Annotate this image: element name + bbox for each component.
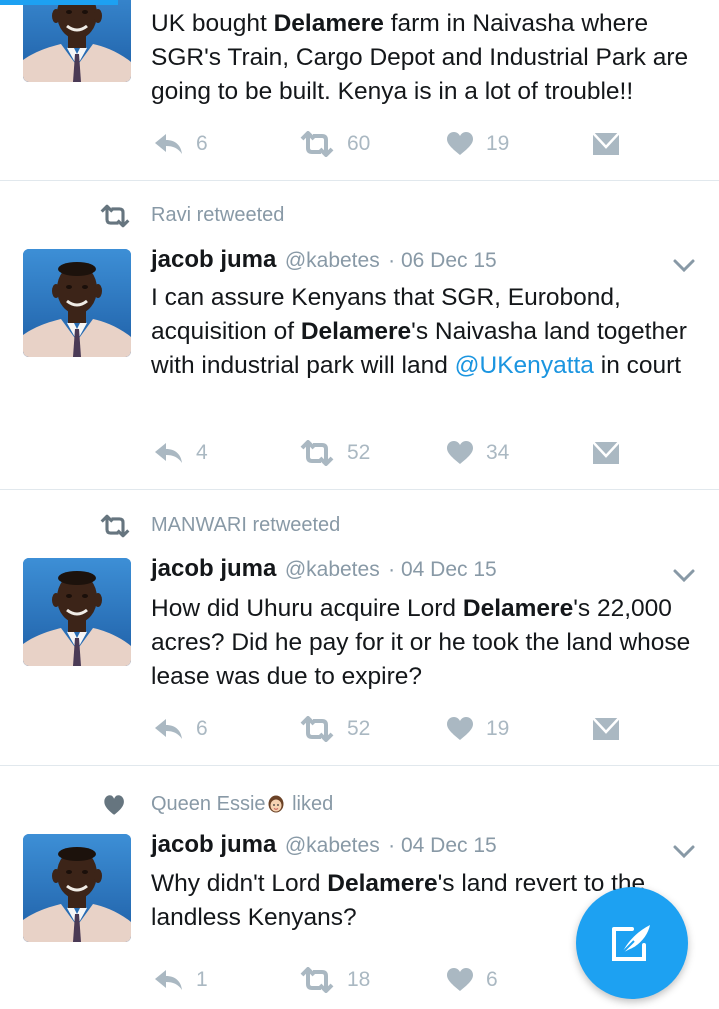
author-name[interactable]: jacob juma	[151, 831, 276, 858]
avatar[interactable]	[23, 249, 131, 357]
like-count: 19	[486, 717, 510, 740]
reply-icon	[155, 970, 182, 990]
like-button[interactable]: 6	[446, 965, 498, 995]
heart-icon	[447, 717, 473, 740]
heart-icon	[447, 132, 473, 155]
retweet-icon	[300, 967, 334, 993]
author-name[interactable]: jacob juma	[151, 246, 276, 273]
retweet-count: 18	[347, 968, 371, 991]
heart-icon	[104, 795, 124, 815]
author-name[interactable]: jacob juma	[151, 555, 276, 582]
tweet-header: jacob juma @kabetes · 04 Dec 15	[151, 831, 497, 861]
chevron-down-icon[interactable]	[672, 567, 696, 585]
highlighted-keyword: Delamere	[300, 318, 412, 345]
reply-button[interactable]: 4	[152, 438, 208, 468]
tweet-text: UK bought Delamere farm in Naivasha wher…	[151, 7, 711, 109]
highlighted-keyword: Delamere	[273, 10, 384, 37]
tweet-text-segment: UK bought	[151, 10, 274, 37]
compose-tweet-button[interactable]	[576, 887, 688, 999]
like-count: 6	[486, 968, 498, 991]
retweet-button[interactable]: 52	[299, 438, 370, 468]
highlighted-keyword: Delamere	[327, 870, 438, 897]
context-label: Queen Essie liked	[151, 793, 333, 816]
tweet-header: jacob juma @kabetes · 06 Dec 15	[151, 246, 497, 276]
tweet-actions: 4 52 34	[0, 438, 719, 468]
like-button[interactable]: 19	[446, 129, 509, 159]
liked-label: liked	[292, 793, 334, 815]
tweet-header: jacob juma @kabetes · 04 Dec 15	[151, 555, 497, 585]
reply-count: 6	[196, 132, 208, 155]
heart-icon	[447, 968, 473, 991]
tweet-context: MANWARI retweeted	[0, 511, 719, 541]
envelope-icon	[591, 131, 621, 157]
author-handle: @kabetes	[284, 249, 380, 272]
reply-icon	[155, 719, 182, 739]
reply-count: 6	[196, 717, 208, 740]
retweet-icon	[100, 514, 130, 538]
tweet-text: I can assure Kenyans that SGR, Eurobond,…	[151, 281, 711, 383]
loading-progress-bar	[0, 0, 118, 5]
tweet-date: · 04 Dec 15	[388, 834, 497, 857]
highlighted-keyword: Delamere	[462, 595, 574, 622]
retweet-count: 52	[347, 717, 371, 740]
tweet-date: · 04 Dec 15	[388, 558, 497, 581]
tweet-context: Ravi retweeted	[0, 201, 719, 231]
retweet-icon	[300, 440, 334, 466]
avatar[interactable]	[23, 834, 131, 942]
tweet-text-segment: in court	[593, 352, 682, 379]
retweet-button[interactable]: 52	[299, 714, 370, 744]
retweet-icon	[300, 131, 334, 157]
tweet-actions: 6 60 19	[0, 129, 719, 159]
context-label: Ravi retweeted	[151, 204, 285, 226]
author-handle: @kabetes	[284, 834, 380, 857]
tweet-item[interactable]: MANWARI retweeted jacob juma @kabetes · …	[0, 490, 719, 766]
like-button[interactable]: 34	[446, 438, 509, 468]
context-label: MANWARI retweeted	[151, 514, 341, 536]
tweet-date: · 06 Dec 15	[388, 249, 497, 272]
retweet-count: 52	[347, 441, 371, 464]
reply-button[interactable]: 6	[152, 129, 208, 159]
retweet-button[interactable]: 18	[299, 965, 370, 995]
like-button[interactable]: 19	[446, 714, 509, 744]
direct-message-button[interactable]	[591, 438, 621, 468]
reply-button[interactable]: 6	[152, 714, 208, 744]
like-count: 34	[486, 441, 510, 464]
envelope-icon	[591, 440, 621, 466]
tweet-text-segment: How did Uhuru acquire Lord	[151, 595, 463, 622]
reply-icon	[155, 443, 182, 463]
reply-count: 4	[196, 441, 208, 464]
avatar[interactable]	[23, 0, 131, 82]
heart-icon	[447, 441, 473, 464]
mention-link[interactable]: @UKenyatta	[455, 352, 594, 379]
avatar[interactable]	[23, 558, 131, 666]
envelope-icon	[591, 716, 621, 742]
tweet-context: Queen Essie liked	[0, 790, 719, 820]
woman-emoji	[267, 795, 284, 813]
direct-message-button[interactable]	[591, 714, 621, 744]
retweet-count: 60	[347, 132, 371, 155]
retweet-icon	[300, 716, 334, 742]
liker-name[interactable]: Queen Essie	[151, 793, 266, 815]
like-count: 19	[486, 132, 510, 155]
tweet-item[interactable]: UK bought Delamere farm in Naivasha wher…	[0, 0, 719, 181]
reply-button[interactable]: 1	[152, 965, 208, 995]
tweet-item[interactable]: Ravi retweeted jacob juma @kabetes · 06 …	[0, 181, 719, 490]
direct-message-button[interactable]	[591, 129, 621, 159]
chevron-down-icon[interactable]	[672, 257, 696, 275]
compose-tweet-icon	[612, 925, 650, 961]
reply-count: 1	[196, 968, 208, 991]
tweet-text: How did Uhuru acquire Lord Delamere's 22…	[151, 592, 711, 694]
reply-icon	[155, 134, 182, 154]
chevron-down-icon[interactable]	[672, 843, 696, 861]
tweet-text-segment: Why didn't Lord	[151, 870, 328, 897]
retweet-button[interactable]: 60	[299, 129, 370, 159]
tweet-actions: 6 52 19	[0, 714, 719, 744]
author-handle: @kabetes	[284, 558, 380, 581]
retweet-icon	[100, 204, 130, 228]
